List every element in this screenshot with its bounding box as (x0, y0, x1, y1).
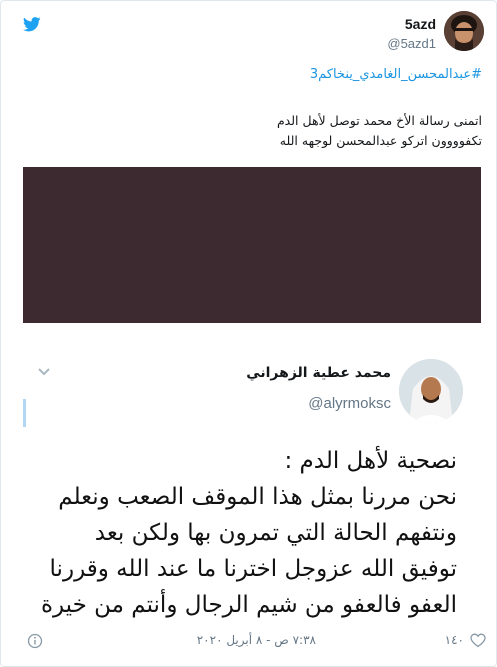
quoted-tweet[interactable]: محمد عطية الزهراني @alyrmoksc نصحية لأهل… (23, 339, 481, 631)
avatar[interactable] (444, 11, 484, 51)
tweet-text-line: تكفوووون اتركو عبدالمحسن لوجهه الله (279, 133, 482, 148)
quoted-text-line: توفيق الله عزوجل اخترنا ما عند الله وقرر… (49, 556, 457, 582)
tweet-embed-card: 5azd @5azd1 #عبدالمحسن_الغامدي_ينخاكم3 ا… (0, 0, 497, 667)
timestamp[interactable]: ٧:٣٨ ص - ٨ أبريل ٢٠٢٠ (197, 633, 316, 647)
quoted-text-line: نصحية لأهل الدم : (284, 448, 457, 474)
chevron-down-icon[interactable] (37, 367, 51, 377)
hashtag-link[interactable]: #عبدالمحسن_الغامدي_ينخاكم3 (310, 67, 482, 82)
info-icon[interactable] (27, 633, 43, 649)
tweet-text: اتمنى رسالة الأخ محمد توصل لأهل الدم تكف… (42, 111, 482, 151)
author-name[interactable]: 5azd (387, 15, 436, 33)
author-handle[interactable]: @5azd1 (387, 35, 436, 53)
like-count[interactable]: ١٤٠ (445, 633, 464, 647)
quoted-author-handle[interactable]: @alyrmoksc (246, 395, 391, 412)
heart-icon[interactable] (470, 633, 486, 648)
quoted-text-line: ونتفهم الحالة التي تمرون بها ولكن بعد (94, 520, 457, 546)
tweet-author[interactable]: 5azd @5azd1 (387, 15, 436, 53)
quoted-text-line: العفو فالعفو من شيم الرجال وأنتم من خيرة (40, 592, 457, 618)
tweet-text-line: اتمنى رسالة الأخ محمد توصل لأهل الدم (276, 113, 482, 128)
tweet-footer: ٧:٣٨ ص - ٨ أبريل ٢٠٢٠ ١٤٠ (1, 631, 497, 661)
quoted-text: نصحية لأهل الدم : نحن مررنا بمثل هذا الم… (27, 443, 457, 623)
quoted-avatar[interactable] (399, 359, 463, 423)
quoted-text-line: نحن مررنا بمثل هذا الموقف الصعب ونعلم (58, 484, 457, 510)
quoted-author-name[interactable]: محمد عطية الزهراني (246, 365, 391, 381)
twitter-bird-icon[interactable] (23, 17, 41, 32)
quoted-author[interactable]: محمد عطية الزهراني @alyrmoksc (246, 365, 391, 412)
tweet-media[interactable] (23, 167, 481, 323)
quote-accent-bar (23, 399, 26, 427)
